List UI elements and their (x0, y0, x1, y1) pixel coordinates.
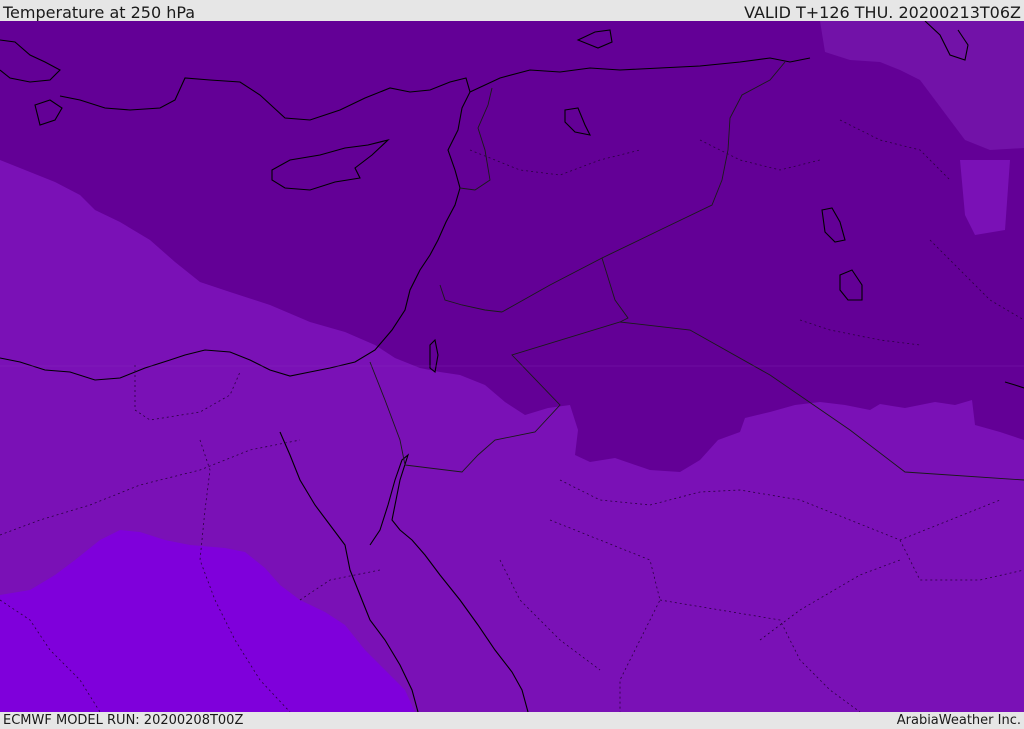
bottom-bar: ECMWF MODEL RUN: 20200208T00Z ArabiaWeat… (0, 712, 1024, 729)
map-title: Temperature at 250 hPa (3, 3, 196, 22)
weather-map[interactable] (0, 21, 1024, 712)
map-canvas (0, 21, 1024, 712)
valid-time-label: VALID T+126 THU. 20200213T06Z (744, 3, 1021, 22)
top-bar: Temperature at 250 hPa VALID T+126 THU. … (0, 0, 1024, 22)
credit-label: ArabiaWeather Inc. (896, 713, 1021, 728)
model-run-label: ECMWF MODEL RUN: 20200208T00Z (3, 713, 244, 728)
